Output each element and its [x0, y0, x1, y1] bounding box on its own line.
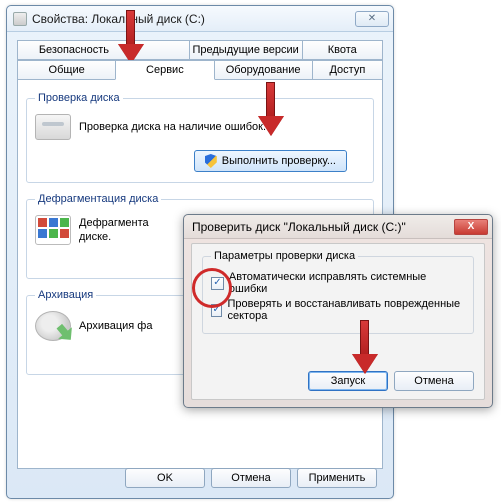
run-check-button[interactable]: Выполнить проверку... — [194, 150, 347, 172]
dialog-close-button[interactable]: X — [454, 219, 488, 235]
group-archive-legend: Архивация — [35, 289, 96, 301]
tab-sharing[interactable]: Доступ — [312, 60, 383, 80]
window-title: Свойства: Локальный диск (C:) — [32, 12, 355, 26]
dialog-cancel-button[interactable]: Отмена — [394, 371, 474, 391]
tab-gap — [130, 40, 190, 60]
checkbox-scan-sectors[interactable]: ✓ — [211, 304, 222, 317]
check-params-group: Параметры проверки диска ✓ Автоматически… — [202, 250, 474, 334]
check-params-legend: Параметры проверки диска — [211, 250, 358, 262]
tab-tools[interactable]: Сервис — [115, 60, 214, 80]
start-button[interactable]: Запуск — [308, 371, 388, 391]
drive-icon — [13, 12, 27, 26]
tab-security[interactable]: Безопасность — [17, 40, 131, 60]
group-check-legend: Проверка диска — [35, 92, 123, 104]
apply-button[interactable]: Применить — [297, 468, 377, 488]
dialog-action-buttons: Запуск Отмена — [308, 371, 474, 391]
dialog-titlebar[interactable]: Проверить диск "Локальный диск (C:)" X — [184, 215, 492, 239]
dialog-buttons: OK Отмена Применить — [125, 468, 377, 488]
ok-button[interactable]: OK — [125, 468, 205, 488]
titlebar[interactable]: Свойства: Локальный диск (C:) ✕ — [7, 6, 393, 32]
dialog-body: Параметры проверки диска ✓ Автоматически… — [191, 243, 485, 400]
cancel-button[interactable]: Отмена — [211, 468, 291, 488]
group-defrag-legend: Дефрагментация диска — [35, 193, 161, 205]
checkbox-fix-errors-label: Автоматически исправлять системные ошибк… — [229, 271, 465, 295]
disk-icon — [35, 114, 71, 140]
tab-hardware[interactable]: Оборудование — [214, 60, 313, 80]
checkbox-scan-sectors-label: Проверять и восстанавливать поврежденные… — [227, 298, 465, 322]
archive-desc: Архивация фа — [79, 319, 152, 333]
archive-icon — [35, 311, 71, 341]
close-button[interactable]: ✕ — [355, 11, 389, 27]
tab-quota[interactable]: Квота — [302, 40, 383, 60]
dialog-title: Проверить диск "Локальный диск (C:)" — [192, 220, 454, 234]
checkbox-fix-errors[interactable]: ✓ — [211, 277, 224, 290]
run-check-label: Выполнить проверку... — [222, 155, 336, 167]
tab-previous-versions[interactable]: Предыдущие версии — [189, 40, 303, 60]
shield-icon — [205, 154, 217, 168]
group-check-disk: Проверка диска Проверка диска на наличие… — [26, 92, 374, 183]
defrag-desc: Дефрагмента диске. — [79, 216, 149, 245]
defrag-icon — [35, 215, 71, 245]
check-disk-desc: Проверка диска на наличие ошибок. — [79, 120, 266, 134]
check-disk-dialog: Проверить диск "Локальный диск (C:)" X П… — [183, 214, 493, 408]
tab-general[interactable]: Общие — [17, 60, 116, 80]
